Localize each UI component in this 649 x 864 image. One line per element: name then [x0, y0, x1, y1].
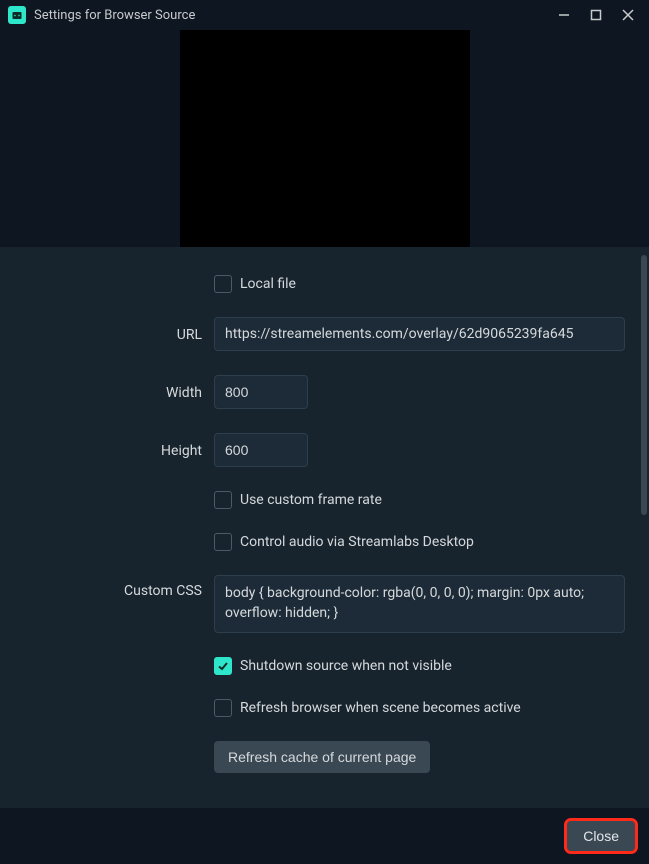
- control-audio-label: Control audio via Streamlabs Desktop: [240, 534, 474, 550]
- url-label: URL: [24, 325, 214, 343]
- source-preview: [180, 30, 470, 247]
- url-input[interactable]: [214, 317, 625, 351]
- close-icon[interactable]: [621, 8, 635, 22]
- shutdown-label: Shutdown source when not visible: [240, 658, 452, 674]
- height-input[interactable]: [214, 433, 308, 467]
- width-input[interactable]: [214, 375, 308, 409]
- minimize-icon[interactable]: [557, 8, 571, 22]
- refresh-active-checkbox[interactable]: [214, 699, 232, 717]
- local-file-label: Local file: [240, 276, 296, 292]
- refresh-active-label: Refresh browser when scene becomes activ…: [240, 700, 521, 716]
- app-icon: [8, 6, 26, 24]
- footer: Close: [0, 808, 649, 864]
- height-label: Height: [24, 441, 214, 459]
- window-title: Settings for Browser Source: [34, 8, 549, 23]
- shutdown-checkbox[interactable]: [214, 657, 232, 675]
- control-audio-checkbox[interactable]: [214, 533, 232, 551]
- local-file-checkbox[interactable]: [214, 275, 232, 293]
- preview-region: [0, 30, 649, 247]
- window-controls: [557, 8, 641, 22]
- custom-css-label: Custom CSS: [24, 575, 214, 599]
- custom-css-input[interactable]: [214, 575, 625, 633]
- settings-form: Local file URL Width Height Use: [0, 247, 649, 808]
- refresh-cache-button[interactable]: Refresh cache of current page: [214, 741, 430, 773]
- scrollbar[interactable]: [641, 255, 647, 515]
- custom-frame-rate-checkbox[interactable]: [214, 491, 232, 509]
- width-label: Width: [24, 383, 214, 401]
- close-button[interactable]: Close: [567, 821, 635, 851]
- titlebar: Settings for Browser Source: [0, 0, 649, 30]
- maximize-icon[interactable]: [589, 8, 603, 22]
- custom-frame-rate-label: Use custom frame rate: [240, 492, 382, 508]
